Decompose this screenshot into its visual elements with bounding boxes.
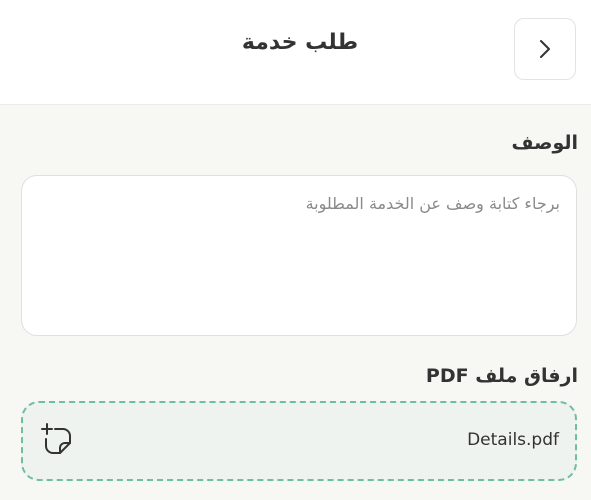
attachment-label: ارفاق ملف PDF [425, 365, 578, 387]
page-title: طلب خدمة [241, 30, 359, 55]
description-input[interactable] [22, 176, 576, 335]
top-bar: طلب خدمة [0, 0, 591, 105]
description-field[interactable] [21, 175, 577, 336]
chevron-right-icon [540, 40, 550, 58]
add-file-icon[interactable] [40, 423, 74, 457]
back-button[interactable] [514, 18, 576, 80]
description-label: الوصف [511, 132, 578, 154]
file-name: Details.pdf [467, 430, 559, 450]
file-upload-area[interactable]: Details.pdf [21, 401, 577, 481]
